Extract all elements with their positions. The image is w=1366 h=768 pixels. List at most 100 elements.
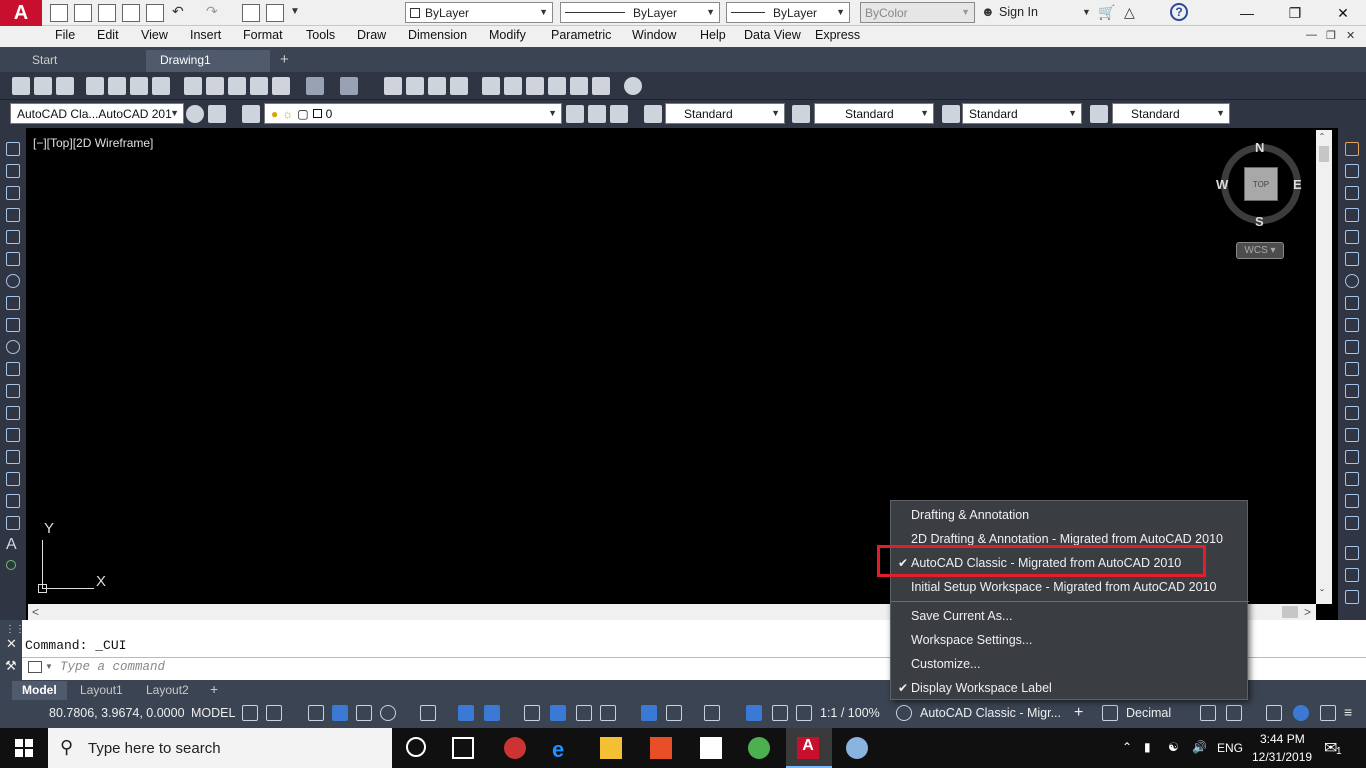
workspace-switching-gear-icon[interactable] <box>896 705 912 721</box>
add-layout-button[interactable]: + <box>204 681 224 700</box>
workspace-icon[interactable] <box>266 4 284 22</box>
dim-style-icon[interactable] <box>792 105 810 123</box>
offset-icon[interactable] <box>1345 208 1359 222</box>
polyline-icon[interactable] <box>6 186 20 200</box>
object-snap-tracking-icon[interactable] <box>458 705 474 721</box>
menu-express[interactable]: Express <box>815 28 860 42</box>
make-block-icon[interactable] <box>6 406 20 420</box>
viewcube-top-face[interactable]: TOP <box>1244 167 1278 201</box>
cart-icon[interactable]: 🛒 <box>1098 4 1115 21</box>
command-customize-icon[interactable]: ⚒ <box>5 658 17 674</box>
customize-item[interactable]: Customize... <box>911 657 980 671</box>
menu-window[interactable]: Window <box>632 28 676 42</box>
infer-constraints-icon[interactable] <box>308 705 324 721</box>
command-input[interactable]: Type a command <box>60 660 165 674</box>
scroll-left-icon[interactable]: < <box>32 605 39 619</box>
spline-icon[interactable] <box>6 318 20 332</box>
region-icon[interactable] <box>6 494 20 508</box>
construction-line-icon[interactable] <box>6 164 20 178</box>
workspace-option-drafting[interactable]: Drafting & Annotation <box>911 508 1029 522</box>
break-icon[interactable] <box>1345 406 1359 420</box>
scroll-right-icon[interactable]: > <box>1304 605 1311 619</box>
volume-icon[interactable]: 🔊 <box>1192 740 1207 754</box>
mirror-icon[interactable] <box>1345 186 1359 200</box>
clock-date[interactable]: 12/31/2019 <box>1252 750 1312 764</box>
status-customization-icon[interactable]: ≡ <box>1344 704 1352 720</box>
point-icon[interactable] <box>6 428 20 442</box>
rectangle-icon[interactable] <box>6 230 20 244</box>
save-current-as-item[interactable]: Save Current As... <box>911 609 1012 623</box>
wcs-menu-button[interactable]: WCS ▾ <box>1236 242 1284 259</box>
menu-format[interactable]: Format <box>243 28 283 42</box>
horizontal-scroll-thumb[interactable] <box>1282 606 1298 618</box>
mail-icon[interactable] <box>700 737 722 759</box>
transparency-icon[interactable] <box>550 705 566 721</box>
tool-palettes-icon[interactable] <box>526 77 544 95</box>
match-properties-icon[interactable] <box>250 77 268 95</box>
isodraft-icon[interactable] <box>420 705 436 721</box>
qnew-icon[interactable] <box>12 77 30 95</box>
annotation-monitor-icon[interactable]: + <box>1074 704 1083 722</box>
tab-model[interactable]: Model <box>12 681 67 700</box>
command-prompt-icon[interactable] <box>28 661 42 673</box>
display-workspace-label-item[interactable]: Display Workspace Label <box>911 681 1052 695</box>
clean-screen-icon[interactable] <box>1320 705 1336 721</box>
chamfer-icon[interactable] <box>1345 450 1359 464</box>
share-icon[interactable] <box>242 4 260 22</box>
layer-color-combo[interactable]: ByLayer ▼ <box>405 2 553 23</box>
stretch-icon[interactable] <box>1345 318 1359 332</box>
edge-browser-icon[interactable]: e <box>552 737 574 762</box>
workspace-save-icon[interactable] <box>208 105 226 123</box>
hardware-acceleration-icon[interactable] <box>1293 705 1309 721</box>
insert-block-icon[interactable] <box>6 384 20 398</box>
menu-data-view[interactable]: Data View <box>744 28 801 42</box>
table-style-icon[interactable] <box>942 105 960 123</box>
polygon-icon[interactable] <box>6 208 20 222</box>
break-at-point-icon[interactable] <box>1345 384 1359 398</box>
scroll-down-icon[interactable]: ˇ <box>1320 587 1324 601</box>
lineweight-icon[interactable] <box>524 705 540 721</box>
plot-icon[interactable] <box>146 4 164 22</box>
workspace-settings-item[interactable]: Workspace Settings... <box>911 633 1032 647</box>
3d-print-icon[interactable] <box>152 77 170 95</box>
zoom-previous-icon[interactable] <box>450 77 468 95</box>
workspace-settings-gear-icon[interactable] <box>186 105 204 123</box>
table-icon[interactable] <box>6 516 20 530</box>
menu-view[interactable]: View <box>141 28 168 42</box>
workspace-option-initial-setup[interactable]: Initial Setup Workspace - Migrated from … <box>911 580 1216 594</box>
menu-insert[interactable]: Insert <box>190 28 221 42</box>
save-drawing-icon[interactable] <box>56 77 74 95</box>
layer-previous-icon[interactable] <box>588 105 606 123</box>
menu-edit[interactable]: Edit <box>97 28 119 42</box>
linetype-combo[interactable]: ByLayer ▼ <box>560 2 720 23</box>
text-style-combo[interactable]: Standard ▼ <box>665 103 785 124</box>
menu-parametric[interactable]: Parametric <box>551 28 611 42</box>
dim-style-combo[interactable]: Standard ▼ <box>814 103 934 124</box>
3d-object-snap-icon[interactable] <box>600 705 616 721</box>
paint-app-icon[interactable] <box>846 737 868 759</box>
explode-icon[interactable] <box>1345 516 1359 530</box>
isolate-objects-icon[interactable] <box>1266 705 1282 721</box>
array-icon[interactable] <box>1345 230 1359 244</box>
block-editor-icon[interactable] <box>272 77 290 95</box>
snap-icon[interactable] <box>266 705 282 721</box>
layer-state-icon[interactable] <box>610 105 628 123</box>
vertical-scrollbar[interactable] <box>1316 130 1332 604</box>
menu-dimension[interactable]: Dimension <box>408 28 467 42</box>
layer-combo[interactable]: ● ☼ ▢ 0 ▼ <box>264 103 562 124</box>
annotation-scale-value[interactable]: 1:1 / 100% <box>820 706 880 720</box>
new-file-icon[interactable] <box>50 4 68 22</box>
copy-icon[interactable] <box>206 77 224 95</box>
blend-curves-icon[interactable] <box>1345 494 1359 508</box>
gradient-icon[interactable] <box>6 472 20 486</box>
undo-toolbar-icon[interactable] <box>306 77 324 95</box>
recent-commands-dropdown-icon[interactable]: ▼ <box>45 662 53 671</box>
rotate-icon[interactable] <box>1345 274 1359 288</box>
doc-close-button[interactable]: ✕ <box>1346 29 1355 42</box>
mleader-style-combo[interactable]: Standard ▼ <box>1112 103 1230 124</box>
sheet-set-icon[interactable] <box>548 77 566 95</box>
make-current-layer-icon[interactable] <box>566 105 584 123</box>
fillet-icon[interactable] <box>1345 472 1359 486</box>
compass-east[interactable]: E <box>1293 177 1302 192</box>
compass-south[interactable]: S <box>1255 214 1264 229</box>
